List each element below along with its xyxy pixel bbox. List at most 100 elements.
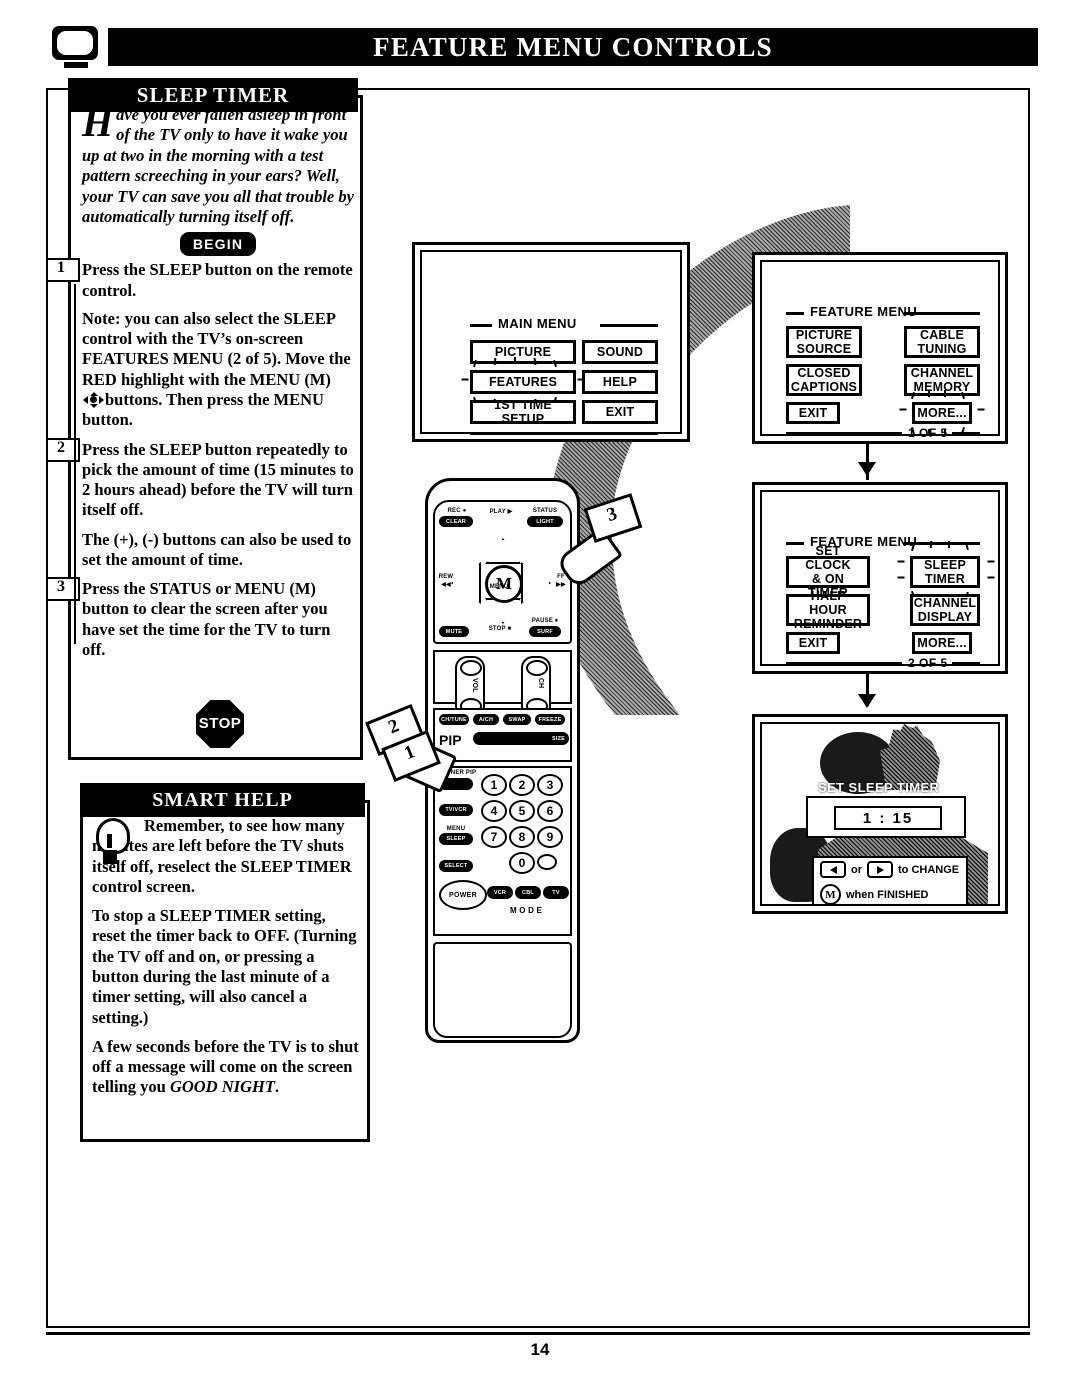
feature-menu-2-button-exit[interactable]: EXIT xyxy=(786,632,840,654)
key-8[interactable]: 8 xyxy=(509,826,535,848)
main-menu-button-sound[interactable]: SOUND xyxy=(582,340,658,364)
mode-label: M O D E xyxy=(509,906,543,915)
mode-tv-button[interactable]: TV xyxy=(543,886,569,899)
feature-menu-1-button-more[interactable]: MORE... xyxy=(912,402,972,424)
step-3-diamond: 3 xyxy=(46,577,80,602)
set-sleep-timer-value: 1 : 15 xyxy=(834,806,942,830)
feature-menu-1-button-closed-captions-label: CLOSED CAPTIONS xyxy=(788,366,860,394)
light-button[interactable]: LIGHT xyxy=(527,516,563,527)
rew-label: REW xyxy=(438,574,454,580)
step-3-number: 3 xyxy=(57,578,65,596)
key-5[interactable]: 5 xyxy=(509,800,535,822)
main-menu-screen: MAIN MENU PICTURE SOUND FEATURES HELP 1S… xyxy=(412,242,690,442)
feature-menu-1-inner: FEATURE MENU PICTURE SOURCE CABLE TUNING… xyxy=(760,260,1000,440)
ch-label: CH xyxy=(537,678,544,689)
tv-screen-icon xyxy=(52,26,98,68)
sleep-button[interactable]: SLEEP xyxy=(439,833,473,845)
begin-badge-wrap: BEGIN xyxy=(82,232,354,257)
stop-sign-icon: STOP xyxy=(196,700,244,748)
ch-tune-button[interactable]: CH/TUNE xyxy=(439,714,469,725)
remote-bottom-panel xyxy=(433,942,572,1038)
sleep-timer-content: Have you ever fallen asleep in front of … xyxy=(46,103,354,669)
remote-dpad[interactable]: M xyxy=(451,538,551,624)
feature-menu-1-button-cable-tuning[interactable]: CABLE TUNING xyxy=(904,326,980,358)
feature-menu-2-page-indicator: 2 OF 5 xyxy=(908,656,948,670)
select-button[interactable]: SELECT xyxy=(439,860,473,872)
step-2-extra: The (+), (-) buttons can also be used to… xyxy=(82,529,352,569)
key-dash[interactable] xyxy=(537,854,557,870)
feature-menu-2-button-exit-label: EXIT xyxy=(788,634,838,652)
main-menu-button-sound-label: SOUND xyxy=(584,342,656,362)
set-sleep-timer-instructions: or to CHANGE M when FINISHED xyxy=(812,856,968,904)
freeze-button[interactable]: FREEZE xyxy=(535,714,565,725)
main-menu-button-features-label: FEATURES xyxy=(472,372,574,392)
step-3-lead: Press the STATUS or MENU xyxy=(82,579,286,599)
feature-menu-1-button-exit[interactable]: EXIT xyxy=(786,402,840,424)
main-menu-button-1st-time-setup-label: 1ST TIME SETUP xyxy=(472,398,574,426)
feature-menu-2-button-half-hour-reminder-label: HALF HOUR REMINDER xyxy=(788,589,868,631)
swap-button[interactable]: SWAP xyxy=(503,714,531,725)
feature-menu-1-button-picture-source-label: PICTURE SOURCE xyxy=(788,328,860,356)
feature-menu-1-button-exit-label: EXIT xyxy=(788,404,838,422)
key-3[interactable]: 3 xyxy=(537,774,563,796)
step-2-lead: Press the SLEEP button xyxy=(82,439,252,459)
stop-sign-label: STOP xyxy=(198,715,242,732)
feature-menu-1-button-channel-memory[interactable]: CHANNEL MEMORY xyxy=(904,364,980,396)
main-menu-button-picture-label: PICTURE xyxy=(472,342,574,362)
main-menu-title: MAIN MENU xyxy=(498,316,577,331)
key-1[interactable]: 1 xyxy=(481,774,507,796)
feature-menu-2-button-set-clock[interactable]: SET CLOCK & ON TIMER xyxy=(786,544,870,600)
main-menu-button-exit[interactable]: EXIT xyxy=(582,400,658,424)
feature-menu-2-button-more[interactable]: MORE... xyxy=(912,632,972,654)
feature-menu-2-button-half-hour-reminder[interactable]: HALF HOUR REMINDER xyxy=(786,589,870,631)
feature-menu-1-button-closed-captions[interactable]: CLOSED CAPTIONS xyxy=(786,364,862,396)
key-7[interactable]: 7 xyxy=(481,826,507,848)
instruction-change: to CHANGE xyxy=(898,863,960,876)
feature-menu-2-button-channel-display[interactable]: CHANNEL DISPLAY xyxy=(910,594,980,626)
main-menu-button-help[interactable]: HELP xyxy=(582,370,658,394)
pause-label: PAUSE ⏸ xyxy=(531,618,559,624)
tv-vcr-button[interactable]: TV/VCR xyxy=(439,804,473,816)
surf-button[interactable]: SURF xyxy=(529,626,561,637)
left-arrow-key-icon xyxy=(820,861,846,878)
power-button[interactable]: POWER xyxy=(439,880,487,910)
key-2[interactable]: 2 xyxy=(509,774,535,796)
key-0[interactable]: 0 xyxy=(509,852,535,874)
feature-menu-1-button-picture-source[interactable]: PICTURE SOURCE xyxy=(786,326,862,358)
feature-menu-2-osd: FEATURE MENU SET CLOCK & ON TIMER SLEEP … xyxy=(762,492,998,670)
feature-menu-1-screen: FEATURE MENU PICTURE SOURCE CABLE TUNING… xyxy=(752,252,1008,444)
main-menu-button-help-label: HELP xyxy=(584,372,656,392)
main-menu-screen-inner: MAIN MENU PICTURE SOUND FEATURES HELP 1S… xyxy=(420,250,682,435)
feature-menu-2-button-sleep-timer[interactable]: SLEEP TIMER xyxy=(910,556,980,588)
mode-cbl-button[interactable]: CBL xyxy=(515,886,541,899)
dpad-up[interactable] xyxy=(485,538,521,564)
mute-button[interactable]: MUTE xyxy=(439,626,469,637)
step-2-text: Press the SLEEP button repeatedly to pic… xyxy=(82,440,354,521)
menu-label: MENU xyxy=(489,584,509,590)
clear-button[interactable]: CLEAR xyxy=(439,516,473,527)
mode-vcr-button[interactable]: VCR xyxy=(487,886,513,899)
dpad-right[interactable] xyxy=(521,562,551,604)
stop-label: STOP ■ xyxy=(488,626,512,632)
main-menu-button-1st-time-setup[interactable]: 1ST TIME SETUP xyxy=(470,398,576,426)
pip-label: PIP xyxy=(439,732,462,748)
main-menu-button-picture[interactable]: PICTURE xyxy=(470,340,576,364)
feature-menu-1-title: FEATURE MENU xyxy=(810,304,918,319)
a-ch-button[interactable]: A/CH xyxy=(473,714,499,725)
connector-arrow-2 xyxy=(858,694,876,708)
pip-size-button[interactable]: SIZE xyxy=(473,732,569,745)
feature-menu-2-button-set-clock-label: SET CLOCK & ON TIMER xyxy=(788,544,868,600)
key-6[interactable]: 6 xyxy=(537,800,563,822)
sleep-menu-label: MENU xyxy=(446,826,466,832)
set-sleep-timer-inner: SET SLEEP TIMER 1 : 15 or to CHANGE M wh… xyxy=(760,722,1000,906)
key-9[interactable]: 9 xyxy=(537,826,563,848)
status-label: STATUS xyxy=(532,508,558,514)
feature-menu-1-page-indicator: 1 OF 5 xyxy=(908,426,948,440)
key-4[interactable]: 4 xyxy=(481,800,507,822)
ff-icon: ▶▶ xyxy=(556,582,566,588)
intro-text: ave you ever fallen asleep in front of t… xyxy=(82,105,354,226)
feature-menu-2-button-more-label: MORE... xyxy=(914,634,970,652)
manual-page: FEATURE MENU CONTROLS SLEEP TIMER Have y… xyxy=(0,0,1080,1397)
main-menu-button-features[interactable]: FEATURES xyxy=(470,370,576,394)
main-menu-osd: MAIN MENU PICTURE SOUND FEATURES HELP 1S… xyxy=(422,252,680,435)
